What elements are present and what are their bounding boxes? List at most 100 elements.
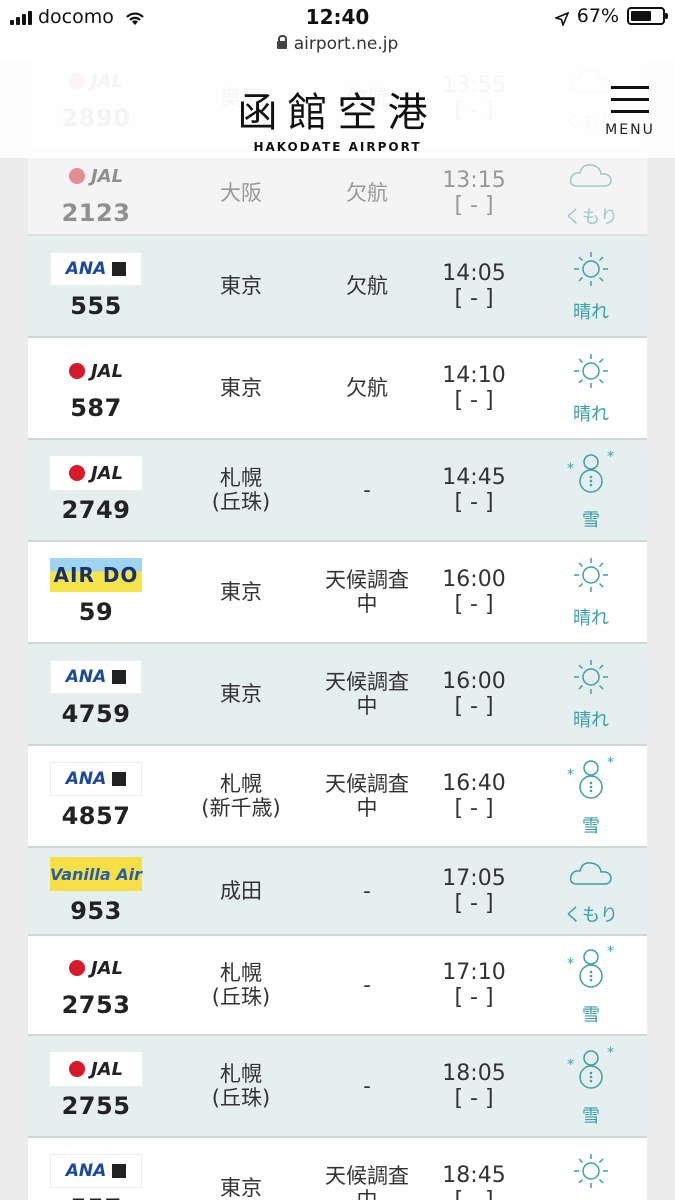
weather-cell: くもり xyxy=(548,152,634,234)
time-cell: 14:10[ - ] xyxy=(426,338,522,438)
destination-text: 東京 xyxy=(220,1176,262,1200)
flight-number: 4759 xyxy=(61,700,131,728)
svg-text:*: * xyxy=(567,767,574,783)
destination-text: (新千歳) xyxy=(201,796,281,820)
flight-row[interactable]: JAL 2749 札幌 (丘珠) -14:45[ - ] * * 雪 xyxy=(28,440,647,542)
time-cell: 14:45[ - ] xyxy=(426,440,522,540)
status-text: - xyxy=(363,973,371,997)
scheduled-time: 14:45 xyxy=(442,465,506,490)
flight-cell: ANA 4759 xyxy=(38,644,154,744)
airline-name: ANA xyxy=(65,1161,107,1181)
flight-cell: JAL 2753 xyxy=(38,936,154,1034)
destination-cell: 札幌 (丘珠) xyxy=(178,936,304,1034)
weather-cell: 晴れ xyxy=(548,644,634,744)
scheduled-time: 18:45 xyxy=(442,1163,506,1188)
status-cell: 天候調査中 xyxy=(315,746,419,846)
status-text: 天候調査 xyxy=(325,568,409,592)
site-logo[interactable]: 函館空港 HAKODATE AIRPORT xyxy=(0,80,675,154)
jal-crane-icon xyxy=(68,1061,85,1077)
page-content: JAL2890奥尻欠航13:55[ - ]くもりJAL2123大阪欠航13:15… xyxy=(0,60,675,1200)
airline-logo: ANA xyxy=(50,660,142,694)
battery-percent: 67% xyxy=(576,5,619,27)
status-bar: docomo 12:40 67% xyxy=(0,0,675,34)
sun-icon xyxy=(567,1151,615,1196)
destination-cell: 東京 xyxy=(178,644,304,744)
address-bar[interactable]: airport.ne.jp xyxy=(0,34,675,60)
estimated-time: [ - ] xyxy=(454,1188,493,1200)
airline-name: JAL xyxy=(90,462,124,484)
status-text: 天候調査 xyxy=(325,772,409,796)
status-cell: - xyxy=(315,936,419,1034)
destination-text: 東京 xyxy=(220,376,262,400)
menu-button[interactable]: MENU xyxy=(599,86,661,138)
flight-number: 2123 xyxy=(61,199,131,227)
svg-text:*: * xyxy=(607,755,614,771)
flight-row[interactable]: Vanilla Air 953 成田 - 17:05[ - ] くもり xyxy=(28,848,647,936)
flight-row[interactable]: ANA 555 東京 欠航 14:05[ - ] 晴れ xyxy=(28,236,647,338)
flight-number: 2749 xyxy=(61,496,131,524)
svg-text:*: * xyxy=(607,944,614,960)
weather-cell: * * 雪 xyxy=(548,440,634,540)
site-title-en: HAKODATE AIRPORT xyxy=(253,140,422,154)
weather-label: 晴れ xyxy=(573,403,609,425)
destination-cell: 大阪 xyxy=(178,152,304,234)
weather-label: 雪 xyxy=(582,1105,600,1127)
status-text: 欠航 xyxy=(346,376,388,400)
destination-cell: 東京 xyxy=(178,542,304,642)
status-text: - xyxy=(363,1074,371,1098)
sun-icon xyxy=(567,657,615,702)
flight-row[interactable]: AIR DO 59 東京 天候調査中 16:00[ - ] 晴れ xyxy=(28,542,647,644)
flight-cell: JAL 2123 xyxy=(38,152,154,234)
flight-row[interactable]: ANA 4857 札幌 (新千歳) 天候調査中 16:40[ - ] * * 雪 xyxy=(28,746,647,848)
flight-number: 4857 xyxy=(61,802,131,830)
time-cell: 13:15[ - ] xyxy=(426,152,522,234)
flight-row[interactable]: ANA 4759 東京 天候調査中 16:00[ - ] 晴れ xyxy=(28,644,647,746)
weather-label: 晴れ xyxy=(573,709,609,731)
airline-name: ANA xyxy=(65,667,107,687)
flight-cell: Vanilla Air 953 xyxy=(38,848,154,934)
scheduled-time: 14:10 xyxy=(442,363,506,388)
time-cell: 16:40[ - ] xyxy=(426,746,522,846)
site-title-jp: 函館空港 xyxy=(237,90,438,136)
destination-text: 成田 xyxy=(220,879,262,903)
weather-cell: * * 雪 xyxy=(548,746,634,846)
estimated-time: [ - ] xyxy=(454,694,494,719)
scheduled-time: 13:15 xyxy=(442,168,506,193)
svg-text:*: * xyxy=(607,1045,614,1061)
snowman-icon: * * xyxy=(565,755,617,808)
jal-crane-icon xyxy=(68,465,85,481)
status-cell: - xyxy=(315,440,419,540)
destination-cell: 東京 xyxy=(178,338,304,438)
flight-number: 587 xyxy=(70,394,122,422)
airline-name: JAL xyxy=(90,360,124,382)
flight-row[interactable]: JAL 2753 札幌 (丘珠) -17:10[ - ] * * 雪 xyxy=(28,936,647,1036)
svg-text:*: * xyxy=(567,461,574,477)
status-text: 欠航 xyxy=(346,274,388,298)
cloud-icon xyxy=(567,158,615,199)
snowman-icon: * * xyxy=(565,944,617,997)
flight-cell: JAL 2749 xyxy=(38,440,154,540)
estimated-time: [ - ] xyxy=(454,985,494,1010)
airline-logo: Vanilla Air xyxy=(50,857,142,891)
airline-logo: JAL xyxy=(50,951,142,985)
flight-number: 557 xyxy=(70,1194,122,1200)
cloud-icon xyxy=(567,856,615,897)
estimated-time: [ - ] xyxy=(454,490,494,515)
sun-icon xyxy=(567,351,615,396)
flight-cell: AIR DO 59 xyxy=(38,542,154,642)
airline-logo: ANA xyxy=(50,252,142,286)
status-text: 天候調査 xyxy=(325,670,409,694)
flight-row[interactable]: ANA557東京天候調査中18:45[ - ]晴れ xyxy=(28,1138,647,1200)
airline-name: JAL xyxy=(90,165,124,187)
airline-name: JAL xyxy=(90,1058,124,1080)
destination-text: 札幌 xyxy=(220,1062,262,1086)
flight-number: 2753 xyxy=(61,991,131,1019)
airline-logo: JAL xyxy=(50,456,142,490)
flight-row[interactable]: JAL 2123 大阪 欠航 13:15[ - ] くもり xyxy=(28,152,647,236)
time-cell: 16:00[ - ] xyxy=(426,644,522,744)
flight-row[interactable]: JAL 587 東京 欠航 14:10[ - ] 晴れ xyxy=(28,338,647,440)
destination-cell: 札幌 (丘珠) xyxy=(178,440,304,540)
status-text: 中 xyxy=(356,694,378,718)
flight-row[interactable]: JAL 2755 札幌 (丘珠) -18:05[ - ] * * 雪 xyxy=(28,1036,647,1138)
destination-text: (丘珠) xyxy=(211,985,271,1009)
